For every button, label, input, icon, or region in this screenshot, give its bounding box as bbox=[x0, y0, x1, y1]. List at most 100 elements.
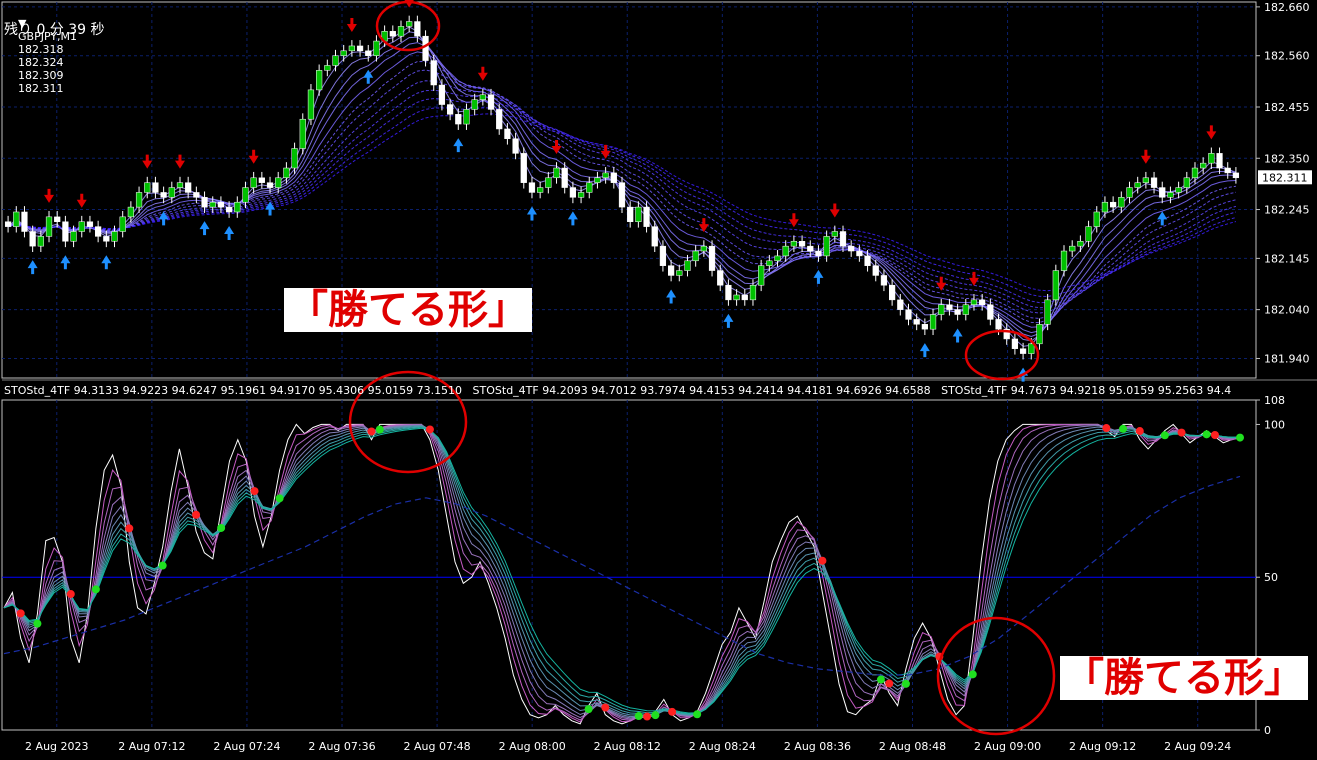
candle-body bbox=[823, 236, 830, 257]
candle-body bbox=[209, 201, 216, 208]
candle-body bbox=[266, 182, 274, 188]
candle-body bbox=[111, 231, 118, 242]
candle-body bbox=[676, 270, 683, 276]
candle-body bbox=[758, 265, 765, 286]
sell-arrow-icon bbox=[76, 193, 87, 208]
ohlc-high: 182.324 bbox=[18, 56, 64, 69]
buy-arrow-icon bbox=[60, 255, 71, 270]
y-tick-label: 0 bbox=[1264, 724, 1271, 737]
x-tick-label: 2 Aug 07:48 bbox=[404, 740, 471, 753]
buy-arrow-icon bbox=[567, 211, 578, 226]
candle-body bbox=[627, 206, 634, 222]
y-tick-label: 182.245 bbox=[1264, 204, 1310, 217]
cross-up-dot bbox=[634, 712, 643, 721]
sell-arrow-icon bbox=[829, 203, 840, 218]
candle-body bbox=[1150, 177, 1158, 188]
candle-body bbox=[659, 245, 667, 266]
x-tick-label: 2 Aug 07:36 bbox=[308, 740, 375, 753]
candle-body bbox=[651, 226, 658, 247]
candle-body bbox=[684, 260, 691, 271]
cross-up-dot bbox=[968, 670, 977, 679]
candle-body bbox=[45, 216, 53, 237]
candle-body bbox=[1183, 177, 1190, 188]
candle-body bbox=[520, 153, 527, 183]
candle-body bbox=[979, 299, 986, 306]
cross-down-dot bbox=[250, 487, 259, 496]
cross-up-dot bbox=[1119, 424, 1128, 433]
candle-body bbox=[316, 70, 323, 91]
cross-down-dot bbox=[367, 427, 376, 436]
sell-arrow-icon bbox=[142, 154, 153, 169]
x-tick-label: 2 Aug 08:24 bbox=[689, 740, 756, 753]
candle-body bbox=[1044, 299, 1051, 325]
candle-body bbox=[152, 182, 159, 193]
candle-body bbox=[929, 314, 937, 330]
cross-down-dot bbox=[425, 425, 434, 434]
cross-down-dot bbox=[1210, 430, 1219, 439]
candle-body bbox=[586, 182, 593, 193]
cross-up-dot bbox=[1236, 433, 1244, 442]
candle-body bbox=[839, 231, 847, 247]
candle-body bbox=[569, 187, 577, 198]
candle-body bbox=[250, 177, 257, 188]
y-tick-label: 182.455 bbox=[1264, 101, 1310, 114]
candle-body bbox=[717, 270, 724, 286]
candle-body bbox=[348, 45, 355, 52]
annotations bbox=[348, 0, 1056, 736]
candle-body bbox=[54, 216, 61, 222]
buy-arrow-icon bbox=[27, 260, 38, 275]
buy-arrow-icon bbox=[1157, 211, 1168, 226]
candle-body bbox=[782, 245, 789, 257]
candle-body bbox=[127, 206, 134, 218]
candle-body bbox=[741, 294, 748, 301]
buy-arrow-icon bbox=[101, 255, 112, 270]
candle-body bbox=[471, 99, 478, 110]
candle-body bbox=[774, 255, 781, 262]
candle-body bbox=[1019, 348, 1027, 354]
candle-body bbox=[1077, 241, 1084, 247]
candle-body bbox=[356, 45, 364, 52]
candle-body bbox=[1159, 187, 1166, 198]
buy-arrow-icon bbox=[919, 343, 930, 358]
candle-body bbox=[1085, 226, 1092, 242]
buy-arrow-icon bbox=[666, 289, 677, 304]
candle-body bbox=[733, 294, 740, 301]
candle-body bbox=[561, 167, 568, 188]
ohlc-open: 182.318 bbox=[18, 43, 64, 56]
x-tick-label: 2 Aug 09:12 bbox=[1069, 740, 1136, 753]
cross-up-dot bbox=[91, 585, 100, 594]
candle-body bbox=[275, 177, 282, 188]
candle-body bbox=[135, 192, 143, 208]
candle-body bbox=[905, 309, 912, 320]
candle-body bbox=[78, 221, 85, 232]
candle-body bbox=[234, 201, 241, 213]
buy-arrow-icon bbox=[265, 201, 276, 216]
y-tick-label: 108 bbox=[1264, 394, 1285, 407]
candle-body bbox=[168, 187, 175, 198]
y-tick-label: 182.560 bbox=[1264, 50, 1310, 63]
buy-arrow-icon bbox=[526, 206, 537, 221]
candle-body bbox=[225, 206, 233, 213]
candle-body bbox=[29, 231, 36, 247]
sell-arrow-icon bbox=[551, 140, 562, 155]
cross-down-dot bbox=[601, 703, 610, 712]
candle-body bbox=[1011, 338, 1019, 349]
candle-body bbox=[946, 304, 953, 310]
candle-body bbox=[176, 182, 184, 188]
callout-winning-shape-1: 「勝てる形」 bbox=[284, 288, 532, 332]
candle-body bbox=[815, 250, 822, 257]
candle-body bbox=[577, 192, 585, 198]
candle-body bbox=[545, 177, 552, 188]
buy-arrow-icon bbox=[813, 269, 824, 284]
cross-up-dot bbox=[375, 425, 384, 434]
indicator-label: STOStd_4TF 94.3133 94.9223 94.6247 95.19… bbox=[4, 384, 1232, 397]
highlight-circle bbox=[964, 329, 1040, 381]
candle-body bbox=[307, 89, 315, 120]
candle-body bbox=[1101, 201, 1109, 213]
buy-arrow-icon bbox=[952, 328, 963, 343]
candle-body bbox=[504, 128, 511, 139]
chart-canvas: 2 Aug 2023 2 Aug 07:12 2 Aug 07:24 2 Aug 07… bbox=[1, 0, 1317, 753]
candle-body bbox=[160, 192, 167, 198]
candle-body bbox=[864, 255, 871, 266]
candle-body bbox=[528, 182, 536, 193]
